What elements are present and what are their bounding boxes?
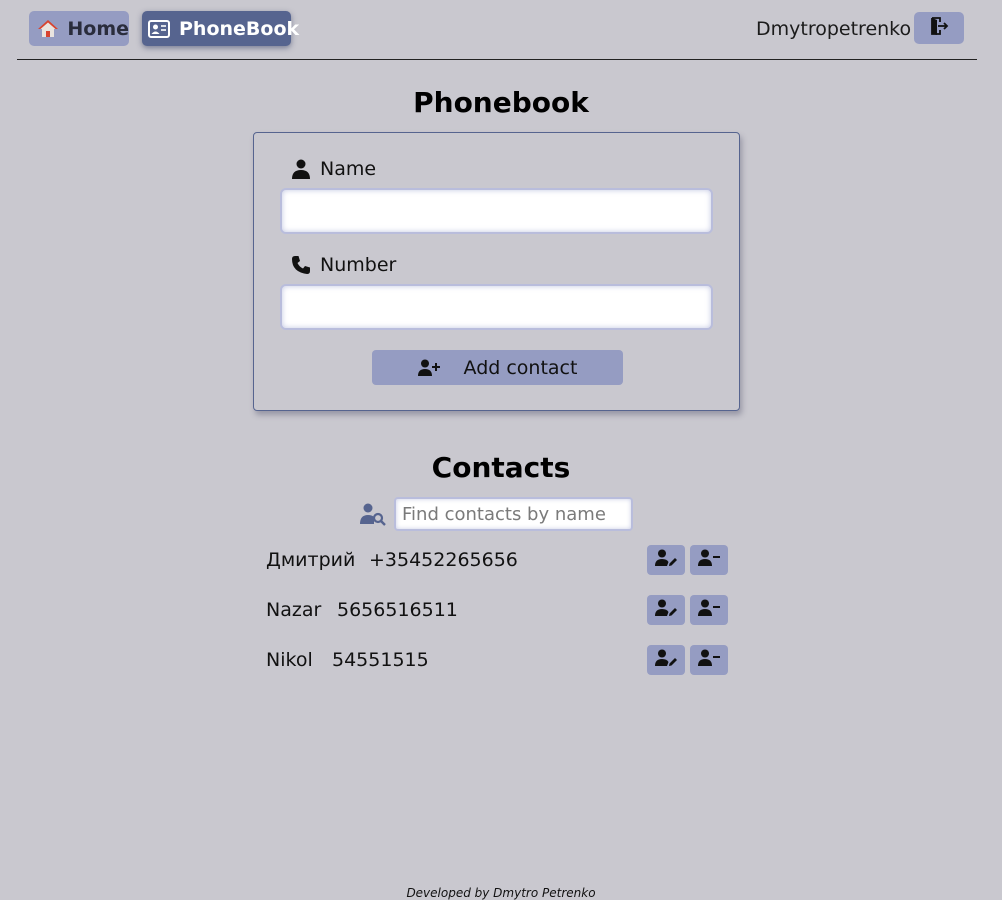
nav-home-label: Home <box>67 17 129 40</box>
app-header: Home PhoneBook Dmytropetrenko <box>17 0 977 60</box>
user-search-icon <box>360 503 386 527</box>
add-contact-label: Add contact <box>463 356 578 379</box>
user-name: Dmytropetrenko <box>756 18 912 40</box>
user-plus-icon <box>417 358 442 378</box>
nav-phonebook-label: PhoneBook <box>179 17 300 40</box>
house-icon <box>37 17 58 41</box>
add-contact-button[interactable]: Add contact <box>372 350 623 385</box>
contact-row: Nazar 5656516511 <box>266 595 728 626</box>
user-icon <box>290 158 312 180</box>
name-input[interactable] <box>280 188 713 234</box>
search-contacts-input[interactable] <box>394 497 633 531</box>
delete-contact-button[interactable] <box>690 595 728 625</box>
nav-home-button[interactable]: Home <box>29 11 129 46</box>
contact-row: Дмитрий +35452265656 <box>266 545 728 576</box>
phonebook-title: Phonebook <box>413 86 589 119</box>
user-edit-icon <box>655 549 677 571</box>
user-minus-icon <box>698 599 720 621</box>
delete-contact-button[interactable] <box>690 645 728 675</box>
nav-phonebook-button[interactable]: PhoneBook <box>142 11 299 46</box>
delete-contact-button[interactable] <box>690 545 728 575</box>
contact-number: 5656516511 <box>337 599 458 621</box>
logout-icon <box>929 16 949 40</box>
footer-credit: Developed by Dmytro Petrenko <box>406 886 596 900</box>
edit-contact-button[interactable] <box>647 595 685 625</box>
contact-card-icon <box>148 17 170 41</box>
edit-contact-button[interactable] <box>647 545 685 575</box>
contact-row: Nikol 54551515 <box>266 645 728 676</box>
user-minus-icon <box>698 549 720 571</box>
user-minus-icon <box>698 649 720 671</box>
contact-number: +35452265656 <box>369 549 518 571</box>
name-field-label: Name <box>290 158 376 180</box>
number-label-text: Number <box>320 254 397 276</box>
contact-name: Nazar <box>266 599 322 621</box>
phone-icon <box>290 254 312 276</box>
user-edit-icon <box>655 649 677 671</box>
contact-number: 54551515 <box>332 649 429 671</box>
add-contact-form: Name Number Add contact <box>253 132 740 411</box>
number-input[interactable] <box>280 284 713 330</box>
edit-contact-button[interactable] <box>647 645 685 675</box>
contact-name: Nikol <box>266 649 313 671</box>
number-field-label: Number <box>290 254 396 276</box>
contacts-title: Contacts <box>431 451 571 484</box>
logout-button[interactable] <box>914 12 964 44</box>
user-edit-icon <box>655 599 677 621</box>
name-label-text: Name <box>320 158 377 180</box>
contact-name: Дмитрий <box>266 549 356 571</box>
